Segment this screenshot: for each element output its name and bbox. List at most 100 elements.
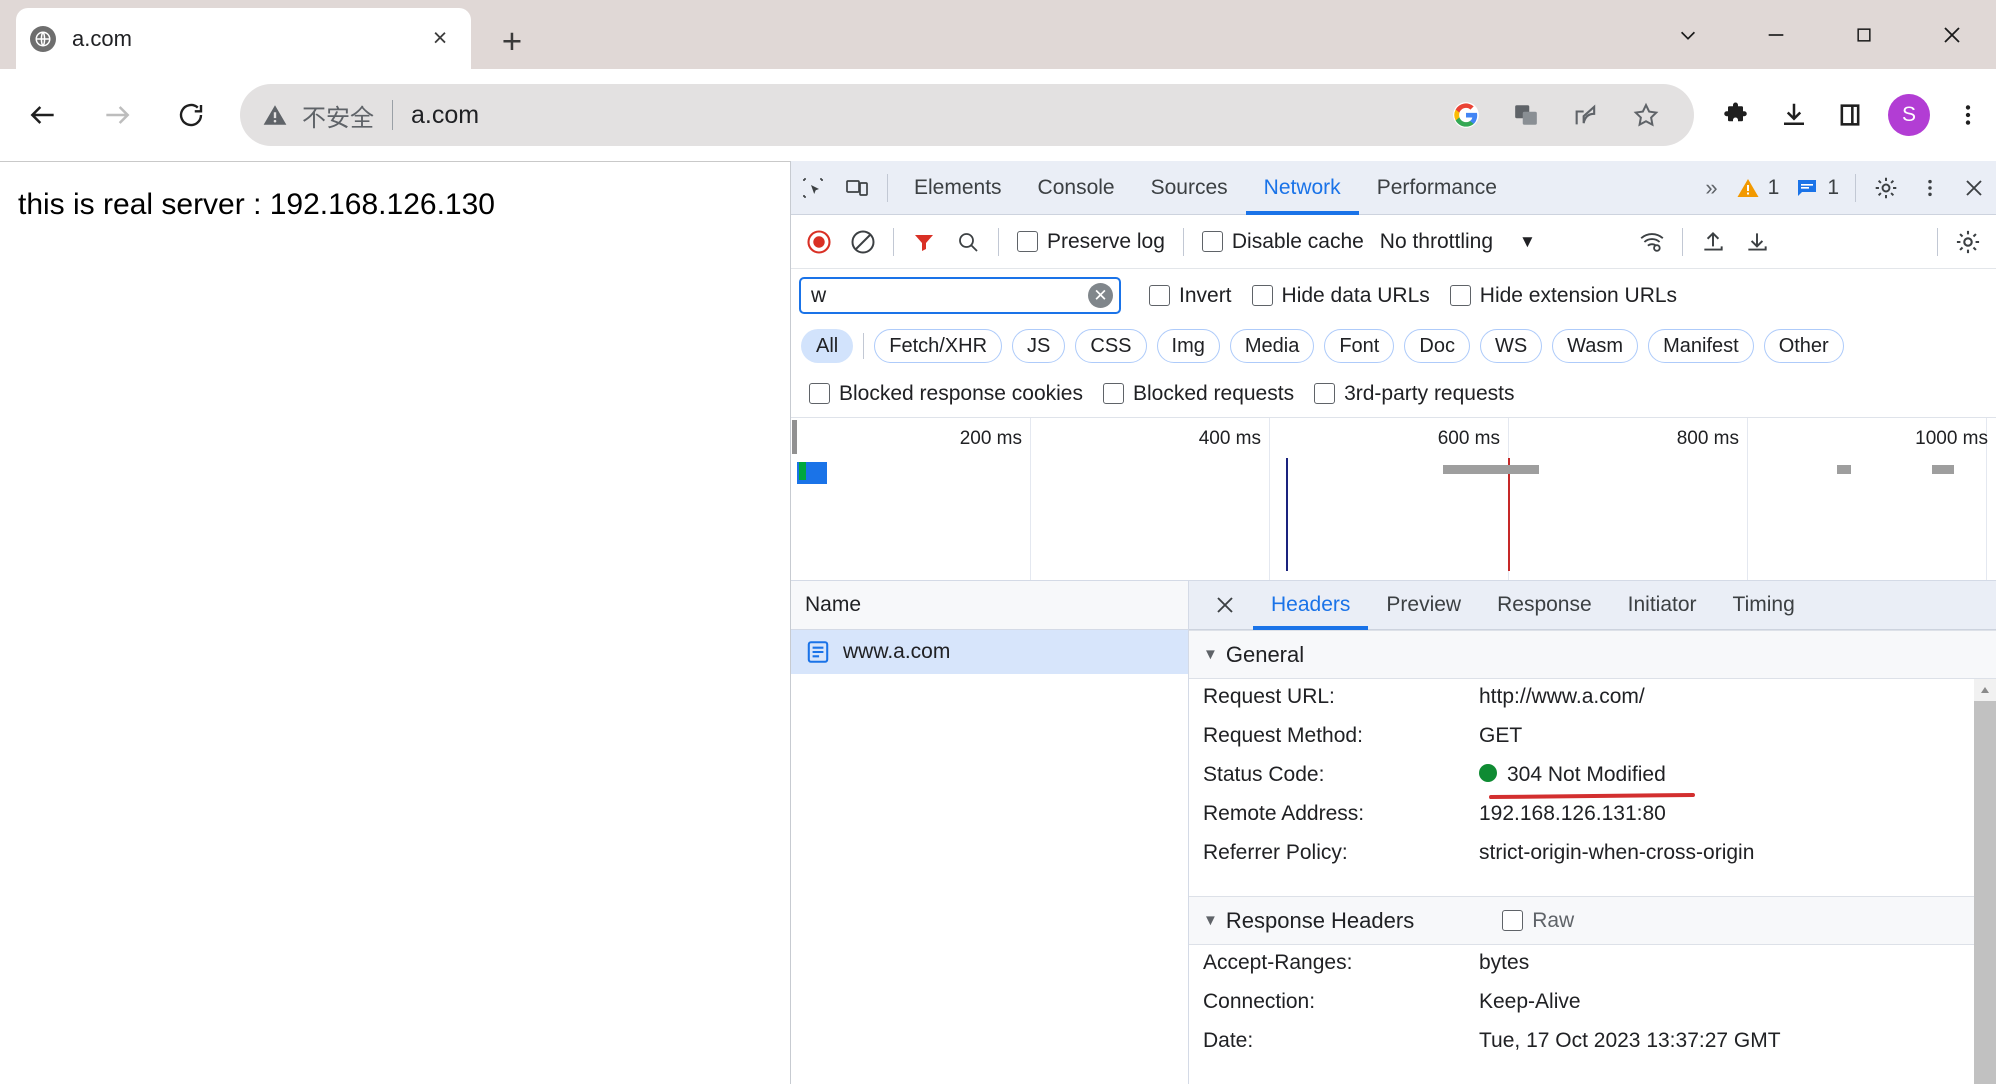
message-count-badge[interactable]: 1 [1787,176,1847,200]
browser-menu-icon[interactable] [1940,87,1996,143]
avatar[interactable]: S [1888,94,1930,136]
scrollbar-thumb[interactable] [1974,701,1996,1084]
filter-input[interactable] [811,283,1088,308]
overview-tick-label-1000: 1000 ms [1915,428,1988,449]
import-har-upload-icon[interactable] [1691,220,1735,264]
response-header-row-connection: Connection: Keep-Alive [1189,984,1996,1023]
minimize-icon[interactable] [1732,0,1820,69]
chip-js[interactable]: JS [1012,329,1066,363]
address-bar-url[interactable]: a.com [411,101,1432,130]
chip-img[interactable]: Img [1156,329,1220,363]
reload-button-icon[interactable] [160,84,222,146]
warning-count-badge[interactable]: 1 [1728,176,1788,200]
caret-down-icon[interactable]: ▼ [1203,646,1218,663]
preserve-log-label: Preserve log [1047,229,1165,253]
devtools-tab-sources[interactable]: Sources [1133,161,1246,215]
network-overview-timeline[interactable]: 200 ms 400 ms 600 ms 800 ms 1000 ms [791,418,1996,581]
blocked-response-cookies-box[interactable] [809,383,830,404]
detail-tab-preview[interactable]: Preview [1368,581,1479,630]
share-icon[interactable] [1560,89,1612,141]
search-icon[interactable] [946,220,990,264]
third-party-requests-checkbox[interactable]: 3rd-party requests [1304,382,1524,406]
disable-cache-box[interactable] [1201,231,1223,252]
maximize-icon[interactable] [1820,0,1908,69]
blocked-requests-box[interactable] [1102,383,1124,404]
devtools-more-tabs-icon[interactable]: » [1695,175,1727,201]
throttling-chevron-down-icon[interactable]: ▼ [1493,232,1536,252]
browser-tab[interactable]: a.com × [16,8,471,69]
chip-manifest[interactable]: Manifest [1648,329,1754,363]
detail-tab-headers[interactable]: Headers [1253,581,1368,630]
hide-data-urls-checkbox[interactable]: Hide data URLs [1242,284,1440,308]
response-headers-section-header[interactable]: ▼ Response Headers Raw [1189,896,1996,945]
detail-tab-timing[interactable]: Timing [1715,581,1813,630]
downloads-icon[interactable] [1766,87,1822,143]
hide-extension-urls-box[interactable] [1449,285,1471,306]
tab-search-chevron-down-icon[interactable] [1644,0,1732,69]
filter-input-wrapper[interactable]: ✕ [799,277,1121,314]
new-tab-button[interactable]: + [492,22,532,62]
device-toolbar-icon[interactable] [835,166,879,210]
chip-fetch-xhr[interactable]: Fetch/XHR [874,329,1003,363]
preserve-log-checkbox[interactable]: Preserve log [1007,230,1175,254]
chip-ws[interactable]: WS [1479,329,1543,363]
caret-down-icon-2[interactable]: ▼ [1203,912,1218,929]
close-detail-icon[interactable] [1203,583,1247,627]
network-conditions-wifi-icon[interactable] [1630,220,1674,264]
scroll-up-arrow-icon[interactable] [1974,679,1996,701]
filter-clear-icon[interactable]: ✕ [1088,283,1113,308]
side-panel-icon[interactable] [1822,87,1878,143]
address-bar[interactable]: 不安全 a.com [240,84,1694,146]
raw-box[interactable] [1502,910,1524,931]
detail-scrollbar[interactable] [1974,679,1996,1084]
hide-data-urls-box[interactable] [1251,285,1273,306]
inspect-element-icon[interactable] [791,166,835,210]
detail-tab-initiator[interactable]: Initiator [1610,581,1715,630]
translate-icon[interactable] [1500,89,1552,141]
requests-column-header[interactable]: Name [791,581,1188,630]
general-section-header[interactable]: ▼ General [1189,630,1996,679]
raw-checkbox[interactable]: Raw [1502,909,1574,933]
invert-box[interactable] [1149,285,1170,306]
tab-close-icon[interactable]: × [423,22,457,56]
chip-media[interactable]: Media [1229,329,1315,363]
filter-funnel-icon[interactable] [902,220,946,264]
chip-wasm[interactable]: Wasm [1552,329,1639,363]
invert-checkbox[interactable]: Invert [1139,284,1242,308]
devtools-tab-performance[interactable]: Performance [1359,161,1515,215]
blocked-requests-checkbox[interactable]: Blocked requests [1093,382,1304,406]
table-row[interactable]: www.a.com [791,630,1188,674]
google-search-icon[interactable] [1440,89,1492,141]
network-settings-gear-icon[interactable] [1946,220,1990,264]
chip-doc[interactable]: Doc [1404,329,1470,363]
back-button-icon[interactable] [12,84,74,146]
overview-bar-green-segment [799,462,806,480]
message-count: 1 [1827,175,1839,199]
general-row-referrer-policy: Referrer Policy: strict-origin-when-cros… [1189,835,1996,874]
devtools-settings-gear-icon[interactable] [1864,166,1908,210]
bookmark-star-icon[interactable] [1620,89,1672,141]
warning-triangle-icon [1737,178,1759,197]
close-window-icon[interactable] [1908,0,1996,69]
disable-cache-checkbox[interactable]: Disable cache [1192,230,1374,254]
detail-tab-response[interactable]: Response [1479,581,1610,630]
chip-css[interactable]: CSS [1075,329,1147,363]
extensions-puzzle-icon[interactable] [1710,87,1766,143]
blocked-response-cookies-checkbox[interactable]: Blocked response cookies [799,382,1093,406]
chip-other[interactable]: Other [1763,329,1844,363]
devtools-menu-icon[interactable] [1908,166,1952,210]
devtools-tab-network[interactable]: Network [1246,161,1359,215]
devtools-tab-elements[interactable]: Elements [896,161,1020,215]
preserve-log-box[interactable] [1017,231,1038,252]
export-har-download-icon[interactable] [1735,220,1779,264]
devtools-close-icon[interactable] [1952,166,1996,210]
record-button-icon[interactable] [797,220,841,264]
hide-extension-urls-checkbox[interactable]: Hide extension URLs [1440,284,1687,308]
third-party-requests-box[interactable] [1314,383,1336,404]
throttling-select[interactable]: No throttling [1374,230,1493,254]
chip-all[interactable]: All [801,329,854,363]
chip-font[interactable]: Font [1324,329,1395,363]
devtools-tab-console[interactable]: Console [1020,161,1133,215]
clear-button-icon[interactable] [841,220,885,264]
request-detail-tabs: Headers Preview Response Initiator Timin… [1189,581,1996,630]
